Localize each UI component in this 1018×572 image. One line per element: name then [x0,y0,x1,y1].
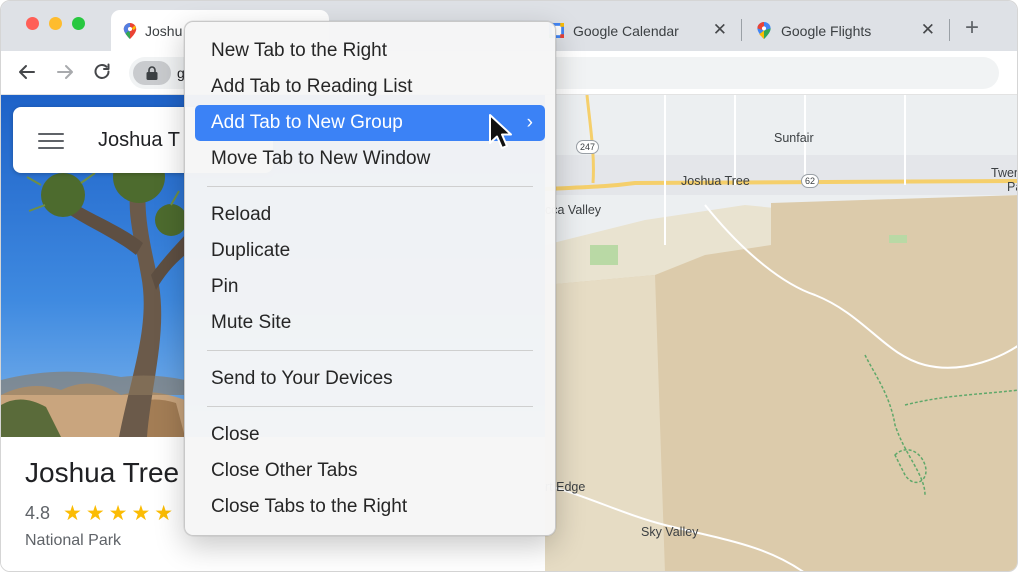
tab-title: Google Flights [781,22,872,39]
close-icon[interactable]: ✕ [713,21,727,39]
close-icon[interactable]: ✕ [921,21,935,39]
google-flights-icon [757,22,771,39]
menu-item-reload[interactable]: Reload [195,197,545,233]
tab-context-menu: New Tab to the Right Add Tab to Reading … [184,21,556,536]
menu-separator [207,350,533,351]
star-rating-icon: ★★★★★ [63,502,178,525]
menu-item-label: Send to Your Devices [211,368,393,389]
tab-divider [949,19,950,41]
menu-item-new-tab-right[interactable]: New Tab to the Right [195,33,545,69]
mouse-cursor-icon [489,114,512,149]
menu-item-label: New Tab to the Right [211,40,388,61]
menu-item-mute-site[interactable]: Mute Site [195,305,545,341]
menu-item-label: Reload [211,204,272,225]
menu-item-label: Move Tab to New Window [211,148,431,169]
search-input[interactable]: Joshua T [98,129,180,152]
highway-62-shield: 62 [801,174,820,188]
close-window-button[interactable] [26,17,39,30]
menu-item-label: Add Tab to Reading List [211,76,413,97]
site-info-button[interactable] [133,61,171,85]
tab-google-flights[interactable]: Google Flights ✕ [743,10,949,51]
map-label-joshua-tree: Joshua Tree [681,174,750,188]
highway-247-shield: 247 [576,140,600,154]
tab-google-calendar[interactable]: Google Calendar ✕ [535,10,741,51]
back-arrow-icon[interactable] [14,59,40,85]
menu-item-pin[interactable]: Pin [195,269,545,305]
zoom-window-button[interactable] [72,17,85,30]
map-label-twentynine-palms-2: Pa [1007,180,1017,194]
map-label-twentynine-palms: Twen [991,166,1018,180]
tab-title: Google Calendar [573,22,679,39]
tab-divider [741,19,742,41]
menu-item-label: Add Tab to New Group [211,112,403,133]
lock-icon [146,66,158,80]
menu-item-label: Close Other Tabs [211,460,358,481]
menu-separator [207,186,533,187]
menu-item-label: Duplicate [211,240,291,261]
menu-item-duplicate[interactable]: Duplicate [195,233,545,269]
chevron-right-icon: › [526,112,533,133]
tab-title: Joshu [145,22,183,39]
place-type: National Park [25,532,122,549]
menu-item-label: Pin [211,276,239,297]
menu-icon[interactable] [38,133,64,151]
menu-item-label: Close Tabs to the Right [211,496,408,517]
menu-item-add-to-reading-list[interactable]: Add Tab to Reading List [195,69,545,105]
reload-icon[interactable] [89,59,115,85]
map-label-sunfair: Sunfair [774,131,814,145]
menu-item-close-tabs-right[interactable]: Close Tabs to the Right [195,489,545,525]
menu-item-send-to-devices[interactable]: Send to Your Devices [195,361,545,397]
map-canvas[interactable]: Sunfair Joshua Tree cca Valley Twen Pa r… [545,95,1018,571]
menu-item-label: Mute Site [211,312,292,333]
map-label-sky-valley: Sky Valley [641,525,699,539]
rating-value: 4.8 [25,503,51,523]
place-title: Joshua Tree [25,457,180,488]
menu-item-label: Close [211,424,260,445]
menu-item-close-other-tabs[interactable]: Close Other Tabs [195,453,545,489]
google-maps-icon [123,23,137,39]
menu-separator [207,406,533,407]
map-terrain-image [545,95,1017,571]
menu-item-close[interactable]: Close [195,417,545,453]
new-tab-button[interactable]: + [961,15,983,41]
minimize-window-button[interactable] [49,17,62,30]
forward-arrow-icon[interactable] [52,59,78,85]
